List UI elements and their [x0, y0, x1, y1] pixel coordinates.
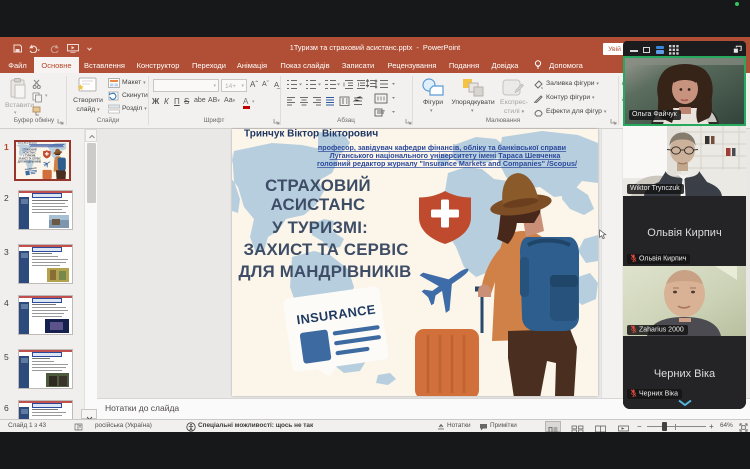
svg-text:СТРАХОВИЙ: СТРАХОВИЙ	[265, 176, 371, 195]
svg-text:Тринчук Віктор Вікторович: Тринчук Віктор Вікторович	[244, 129, 378, 140]
svg-text:У ТУРИЗМІ:: У ТУРИЗМІ:	[272, 218, 368, 237]
svg-text:ЗАХИСТ ТА СЕРВІС: ЗАХИСТ ТА СЕРВІС	[18, 158, 41, 161]
svg-text:У ТУРИЗМІ:: У ТУРИЗМІ:	[23, 156, 36, 158]
svg-text:ДЛЯ МАНДРІВНИКІВ: ДЛЯ МАНДРІВНИКІВ	[238, 262, 411, 281]
svg-text:ЗАХИСТ ТА СЕРВІС: ЗАХИСТ ТА СЕРВІС	[243, 240, 408, 259]
svg-text:головний редактор журналу "Ins: головний редактор журналу "Insurance Mar…	[317, 159, 577, 168]
svg-text:АСИСТАНС: АСИСТАНС	[271, 195, 366, 214]
